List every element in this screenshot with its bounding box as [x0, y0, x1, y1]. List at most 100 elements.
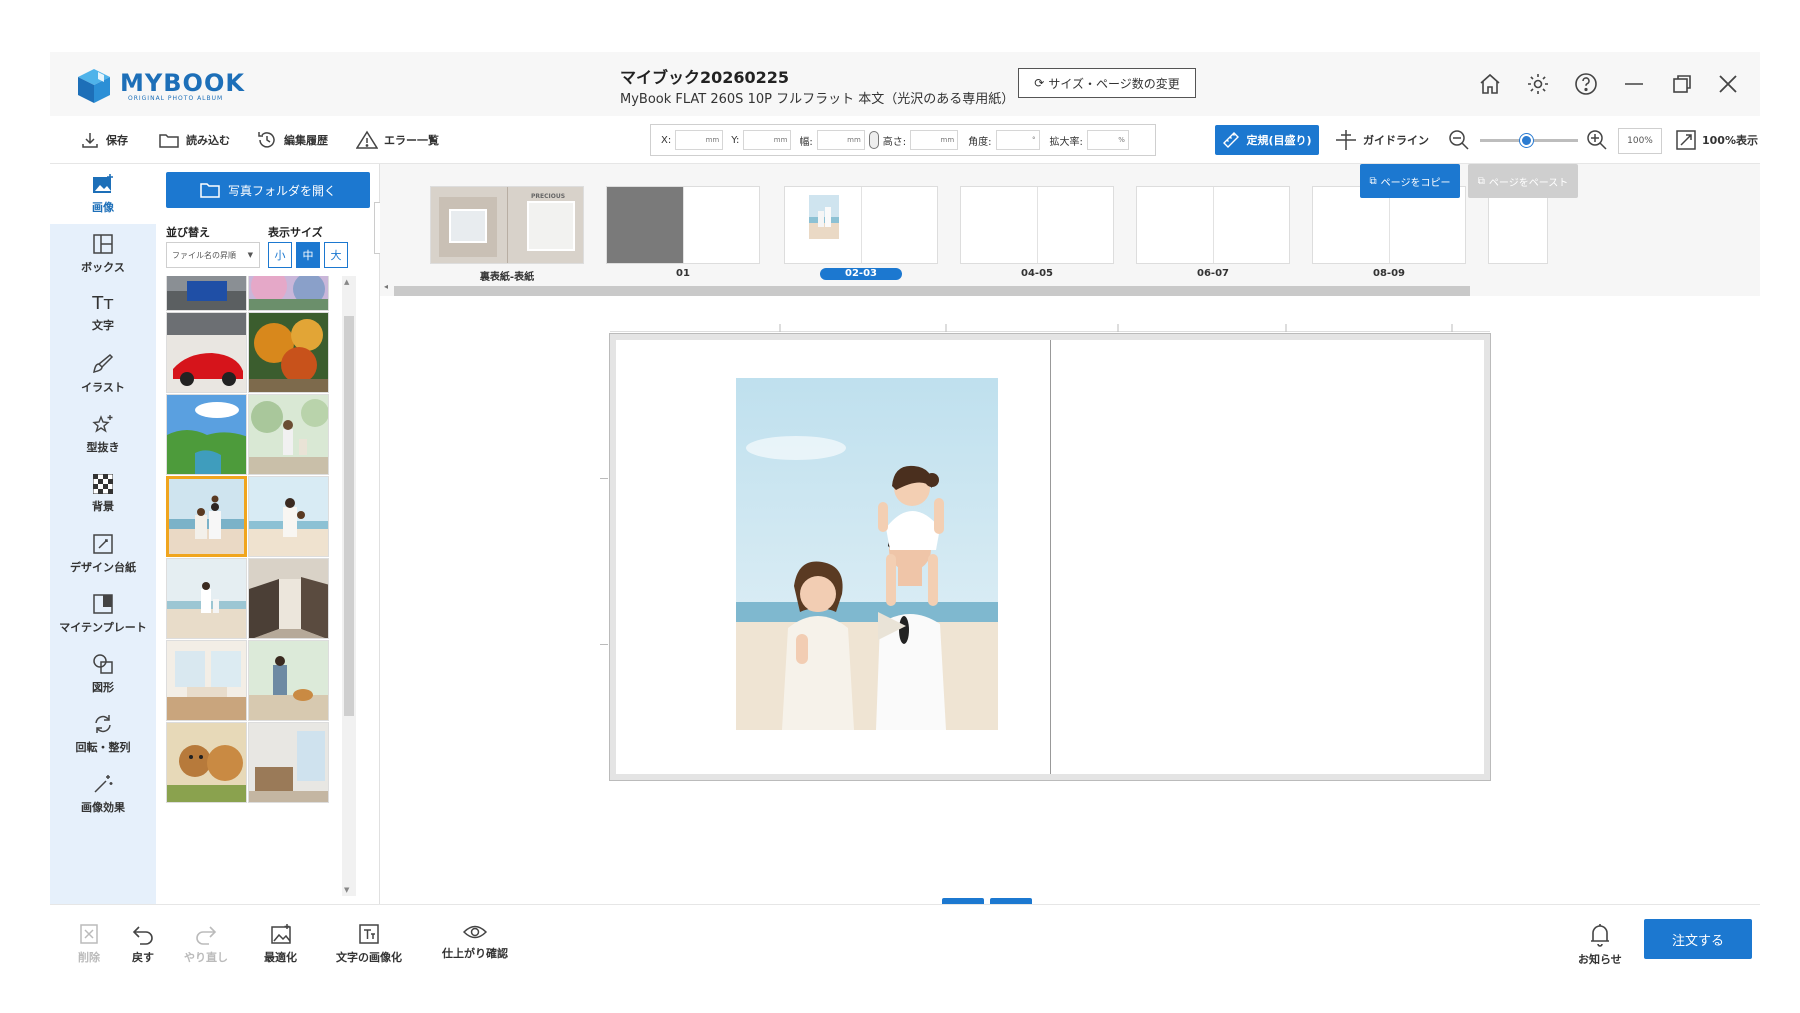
photo-thumbnail[interactable]	[248, 394, 329, 475]
x-label: X:	[661, 134, 672, 146]
open-photo-folder-button[interactable]: 写真フォルダを開く	[166, 172, 370, 208]
preview-button[interactable]: 仕上がり確認	[442, 923, 508, 961]
aspect-lock-icon[interactable]	[868, 131, 879, 149]
height-label: 高さ:	[882, 136, 907, 148]
size-large-button[interactable]: 大	[324, 242, 348, 268]
page-fold-line	[1050, 340, 1051, 774]
optimize-label: 最適化	[264, 951, 297, 964]
redo-button[interactable]: やり直し	[184, 923, 228, 965]
restore-icon[interactable]	[1668, 70, 1696, 98]
image-add-icon	[93, 174, 113, 193]
copy-icon: ⧉	[1369, 175, 1377, 187]
rail-item-cutout[interactable]: 型抜き	[50, 404, 156, 464]
scale-field[interactable]: %	[1086, 130, 1129, 150]
edit-history-button[interactable]: 編集履歴	[256, 128, 328, 152]
page-spread[interactable]	[609, 333, 1491, 781]
rail-item-my-template[interactable]: マイテンプレート	[50, 584, 156, 644]
ruler-toggle-button[interactable]: 定規(目盛り)	[1215, 125, 1319, 155]
rail-item-illust[interactable]: イラスト	[50, 344, 156, 404]
photo-thumbnail[interactable]	[248, 558, 329, 639]
rail-item-text[interactable]: Tт 文字	[50, 284, 156, 344]
text-to-image-button[interactable]: 文字の画像化	[336, 923, 402, 965]
history-icon	[258, 132, 275, 148]
zoom-value-field[interactable]: 100%	[1618, 128, 1662, 154]
photo-thumbnail[interactable]	[166, 558, 247, 639]
rail-item-box[interactable]: ボックス	[50, 224, 156, 284]
scroll-down-icon[interactable]: ▼	[344, 886, 349, 894]
fit-100-button[interactable]: 100%表示	[1676, 128, 1758, 152]
strip-scroll-left-icon[interactable]: ◂	[384, 282, 388, 291]
help-icon[interactable]	[1572, 70, 1600, 98]
delete-button[interactable]: 削除	[78, 923, 100, 965]
zoom-slider[interactable]	[1480, 134, 1578, 147]
undo-button[interactable]: 戻す	[132, 923, 154, 965]
main-toolbar: 保存 読み込む 編集履歴 エラー一覧 X: mm Y: mm 幅: mm 高さ:…	[50, 116, 1760, 164]
zoom-in-icon[interactable]	[1586, 128, 1608, 152]
width-field[interactable]: mm	[816, 130, 865, 150]
photo-thumbnail[interactable]	[248, 476, 329, 557]
rail-item-design-mount[interactable]: デザイン台紙	[50, 524, 156, 584]
zoom-slider-knob[interactable]	[1520, 134, 1533, 147]
ruler-icon	[1223, 132, 1240, 148]
x-field[interactable]: mm	[675, 130, 724, 150]
photo-list-scroll-thumb[interactable]	[344, 316, 354, 716]
delete-icon	[80, 924, 98, 944]
sort-select[interactable]: ファイル名の昇順 ▼	[166, 242, 260, 268]
angle-field[interactable]: °	[995, 130, 1040, 150]
photo-thumbnail[interactable]	[166, 312, 247, 393]
photo-thumbnail[interactable]	[248, 276, 329, 311]
placed-photo[interactable]	[736, 378, 998, 730]
eye-icon	[463, 925, 487, 939]
minimize-icon[interactable]	[1620, 70, 1648, 98]
save-button[interactable]: 保存	[80, 128, 128, 152]
load-button[interactable]: 読み込む	[158, 128, 230, 152]
logo-subtext: ORIGINAL PHOTO ALBUM	[128, 94, 224, 102]
spread-label: 01	[676, 268, 690, 279]
optimize-button[interactable]: 最適化	[264, 923, 297, 965]
paste-icon: ⧉	[1477, 175, 1485, 187]
logo-text: MYBOOK	[120, 68, 245, 97]
photo-thumbnail[interactable]	[248, 722, 329, 803]
close-icon[interactable]	[1714, 70, 1742, 98]
spread-strip-scrollbar[interactable]	[394, 286, 1470, 296]
photo-thumbnail-selected[interactable]	[166, 476, 247, 557]
spread-thumbnail-04-05[interactable]	[960, 186, 1114, 264]
text-to-image-label: 文字の画像化	[336, 951, 402, 964]
settings-gear-icon[interactable]	[1524, 70, 1552, 98]
rail-label: 図形	[92, 681, 114, 694]
paste-page-button: ⧉ ページをペースト	[1468, 164, 1578, 198]
size-medium-button[interactable]: 中	[296, 242, 320, 268]
size-page-change-button[interactable]: ⟳ サイズ・ページ数の変更	[1018, 68, 1196, 98]
photo-thumbnail[interactable]	[166, 640, 247, 721]
spread-thumbnail-06-07[interactable]	[1136, 186, 1290, 264]
home-icon[interactable]	[1476, 70, 1504, 98]
photo-thumbnail[interactable]	[166, 276, 247, 311]
photo-panel: 写真フォルダを開く 並び替え 表示サイズ ファイル名の昇順 ▼ 小 中 大 ▲ …	[156, 164, 380, 904]
rail-label: 回転・整列	[75, 741, 131, 754]
error-list-button[interactable]: エラー一覧	[356, 128, 439, 152]
photo-list-scrollbar[interactable]: ▲ ▼	[342, 276, 356, 896]
rail-item-rotate-align[interactable]: 回転・整列	[50, 704, 156, 764]
rail-item-image[interactable]: 画像	[50, 164, 156, 224]
spread-thumbnail-02-03[interactable]	[784, 186, 938, 264]
photo-thumbnail[interactable]	[248, 640, 329, 721]
photo-thumbnail[interactable]	[166, 722, 247, 803]
photo-thumbnail[interactable]	[166, 394, 247, 475]
app-window: MYBOOK ORIGINAL PHOTO ALBUM マイブック2026022…	[50, 52, 1760, 990]
photo-thumbnail[interactable]	[248, 312, 329, 393]
spread-thumbnail-cover[interactable]: PRECIOUS	[430, 186, 584, 264]
rail-item-background[interactable]: 背景	[50, 464, 156, 524]
rail-item-image-effect[interactable]: 画像効果	[50, 764, 156, 824]
zoom-out-icon[interactable]	[1448, 128, 1470, 152]
y-field[interactable]: mm	[743, 130, 792, 150]
scroll-up-icon[interactable]: ▲	[344, 278, 349, 286]
order-button[interactable]: 注文する	[1644, 919, 1752, 959]
copy-page-button[interactable]: ⧉ ページをコピー	[1360, 164, 1460, 198]
guideline-button[interactable]: ガイドライン	[1335, 128, 1429, 152]
rail-item-shape[interactable]: 図形	[50, 644, 156, 704]
size-small-button[interactable]: 小	[268, 242, 292, 268]
box-layout-icon	[93, 234, 113, 254]
spread-thumbnail-01[interactable]	[606, 186, 760, 264]
height-field[interactable]: mm	[910, 130, 959, 150]
notice-button[interactable]: お知らせ	[1578, 923, 1622, 967]
